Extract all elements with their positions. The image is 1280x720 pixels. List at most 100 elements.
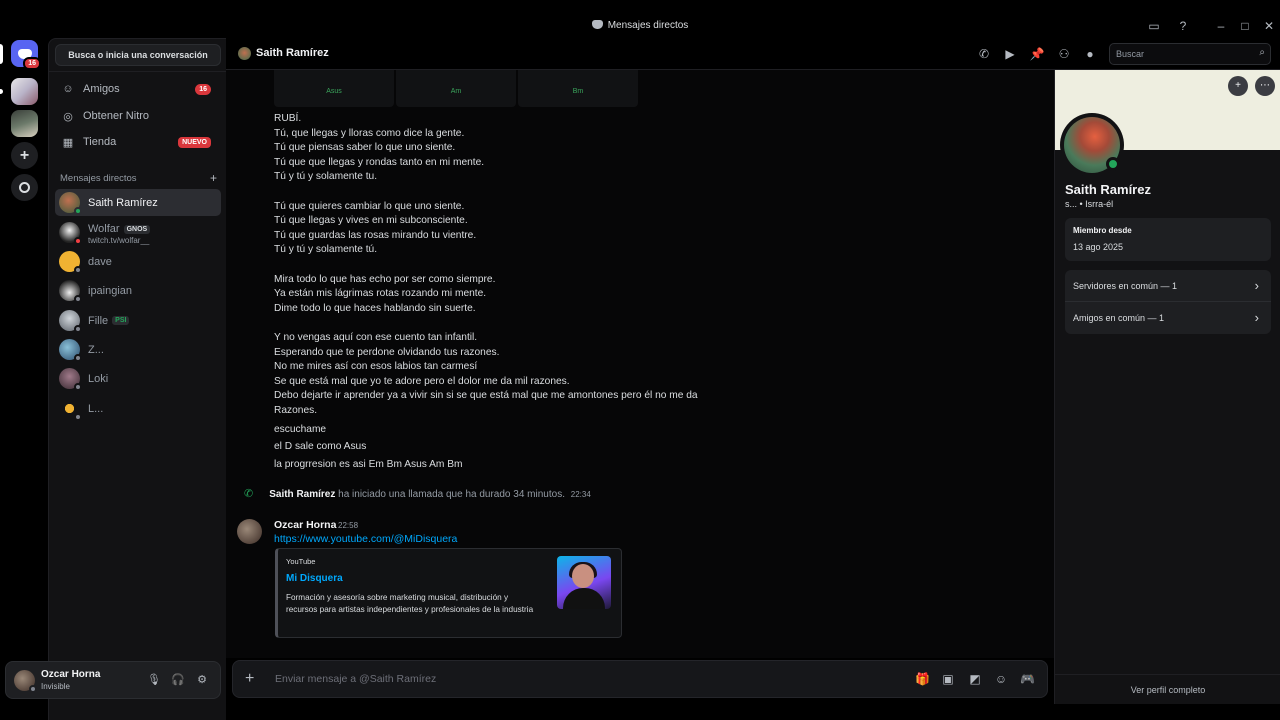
minimize-button[interactable]: – [1214, 20, 1228, 32]
message-link[interactable]: https://www.youtube.com/@MiDisquera [274, 533, 457, 545]
status-invisible [29, 685, 37, 693]
headphones-icon[interactable]: 🎧 [171, 673, 185, 687]
caller-name[interactable]: Saith Ramírez [269, 489, 335, 500]
activities-gamepad-icon[interactable]: 🎮 [1020, 672, 1035, 686]
video-call-icon[interactable]: ▶ [1002, 46, 1018, 62]
embed-thumbnail[interactable] [557, 556, 611, 609]
profile-avatar[interactable] [1060, 113, 1124, 177]
message-text: la progrresion es asi Em Bm Asus Am Bm [274, 459, 463, 470]
lyrics-stanza: Y no vengas aquí con ese cuento tan infa… [274, 331, 698, 416]
chevron-right-icon: › [1254, 278, 1259, 293]
server-icon-1[interactable] [11, 78, 38, 105]
add-friend-icon[interactable]: + [1228, 76, 1248, 96]
mutual-friends-row[interactable]: Amigos en común — 1 › [1065, 302, 1271, 334]
profile-name: Saith Ramírez [1065, 182, 1151, 197]
shop-icon: ▦ [62, 136, 74, 149]
message-input[interactable] [275, 670, 895, 688]
lyrics-stanza: RUBÍ. Tú, que llegas y lloras como dice … [274, 113, 485, 183]
close-button[interactable]: ✕ [1262, 20, 1276, 32]
user-profile-icon[interactable]: ● [1082, 46, 1098, 62]
message-list: Asus Am Bm RUBÍ. Tú, que llegas y lloras… [226, 70, 1054, 658]
timestamp: 22:58 [338, 521, 359, 530]
active-indicator [0, 44, 3, 64]
embed-provider[interactable]: YouTube [286, 557, 315, 566]
status-offline [74, 295, 82, 303]
sticker-icon[interactable]: ◩ [968, 672, 982, 686]
explore-button[interactable] [11, 174, 38, 201]
status-offline [74, 325, 82, 333]
status-offline [74, 266, 82, 274]
phone-icon: ✆ [244, 488, 254, 500]
avatar [59, 251, 82, 274]
dm-item[interactable]: Wolfar GNOS twitch.tv/wolfar__ [55, 219, 221, 246]
search-input[interactable] [1110, 44, 1250, 64]
upload-plus-icon[interactable]: + [245, 671, 254, 687]
friends-icon: ☺ [62, 83, 74, 95]
dm-item[interactable]: L... [55, 395, 221, 422]
attachment-image[interactable]: Asus [274, 70, 394, 107]
discord-icon [591, 20, 603, 29]
message-text: escuchame [274, 424, 327, 435]
attachment-image[interactable]: Bm [518, 70, 638, 107]
pin-icon[interactable]: 📌 [1029, 46, 1045, 62]
divider [49, 71, 227, 72]
status-dnd [74, 237, 82, 245]
nav-shop[interactable]: ▦ Tienda NUEVO [55, 130, 221, 154]
timestamp: 22:34 [570, 490, 591, 499]
gift-icon[interactable]: 🎁 [915, 672, 930, 686]
settings-gear-icon[interactable]: ⚙ [195, 673, 209, 687]
nav-friends[interactable]: ☺ Amigos 16 [55, 77, 221, 101]
microphone-icon[interactable]: 🎙 [147, 673, 161, 687]
home-button[interactable]: 16 [11, 40, 41, 70]
inbox-icon[interactable]: ▭ [1147, 20, 1161, 32]
avatar [59, 339, 82, 362]
window-title: Mensajes directos [0, 20, 1280, 31]
search-box[interactable]: ⌕ [1109, 43, 1271, 65]
server-rail: 16 + [0, 38, 48, 720]
avatar [59, 398, 82, 421]
message-composer: + 🎁 ▣ ◩ ☺ 🎮 [232, 660, 1048, 698]
dm-item[interactable]: dave [55, 248, 221, 275]
lyrics-stanza: Mira todo lo que has echo por ser como s… [274, 273, 496, 314]
gif-icon[interactable]: ▣ [941, 672, 955, 686]
create-dm-button[interactable]: + [210, 172, 217, 184]
add-server-button[interactable]: + [11, 142, 38, 169]
profile-subtitle: s... • Isrra-él [1065, 199, 1114, 209]
dm-item[interactable]: Saith Ramírez [55, 189, 221, 216]
voice-call-icon[interactable]: ✆ [976, 46, 992, 62]
dm-item[interactable]: Fille PSI [55, 307, 221, 334]
unread-indicator [0, 89, 3, 94]
more-options-icon[interactable]: ⋯ [1255, 76, 1275, 96]
user-name: Ozcar Horna [41, 669, 101, 680]
nav-nitro[interactable]: ◎ Obtener Nitro [55, 104, 221, 128]
message-author[interactable]: Ozcar Horna [274, 519, 336, 531]
embed-description: Formación y asesoría sobre marketing mus… [286, 593, 534, 614]
add-friends-icon[interactable]: ⚇ [1056, 46, 1072, 62]
attachment-row: Asus Am Bm [274, 70, 638, 107]
help-icon[interactable]: ? [1176, 20, 1190, 32]
status-online [74, 207, 82, 215]
server-icon-2[interactable] [11, 110, 38, 137]
message-text: el D sale como Asus [274, 441, 367, 452]
guild-tag: GNOS [123, 224, 151, 234]
find-conversation-button[interactable]: Busca o inicia una conversación [55, 44, 221, 66]
user-panel: Ozcar Horna Invisible 🎙 🎧 ⚙ [5, 661, 221, 699]
dm-section-header: Mensajes directos + [60, 171, 217, 185]
new-badge: NUEVO [178, 136, 211, 148]
dm-item[interactable]: ipaingian [55, 277, 221, 304]
chat-title: Saith Ramírez [256, 47, 329, 59]
status-offline [74, 413, 82, 421]
mutual-servers-row[interactable]: Servidores en común — 1 › [1065, 270, 1271, 302]
maximize-button[interactable]: □ [1238, 20, 1252, 32]
embed-title[interactable]: Mi Disquera [286, 573, 343, 584]
view-full-profile-button[interactable]: Ver perfil completo [1055, 674, 1280, 704]
home-badge: 16 [23, 57, 41, 70]
attachment-image[interactable]: Am [396, 70, 516, 107]
lyrics-stanza: Tú que quieres cambiar lo que uno siente… [274, 200, 477, 256]
avatar[interactable] [237, 519, 262, 544]
emoji-icon[interactable]: ☺ [994, 672, 1008, 686]
dm-item[interactable]: Loki [55, 365, 221, 392]
avatar[interactable] [14, 670, 37, 693]
status-offline [74, 354, 82, 362]
dm-item[interactable]: Z... [55, 336, 221, 363]
